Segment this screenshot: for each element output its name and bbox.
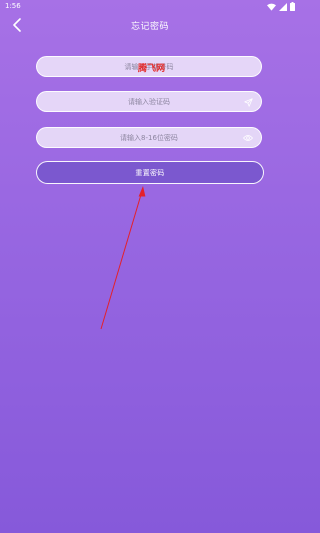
eye-icon — [243, 135, 253, 141]
status-icons — [267, 2, 295, 11]
send-icon — [243, 97, 253, 107]
send-code-button[interactable] — [243, 97, 253, 107]
annotation-arrow — [100, 186, 146, 330]
verification-code-field — [36, 91, 262, 112]
header: 忘记密码 — [0, 14, 300, 36]
verification-code-input[interactable] — [37, 92, 261, 111]
password-visibility-toggle[interactable] — [243, 133, 253, 143]
status-bar: 1:56 — [0, 0, 300, 14]
battery-icon — [290, 2, 295, 11]
reset-password-button[interactable]: 重置密码 — [36, 161, 264, 184]
watermark: 腾飞网 — [138, 64, 166, 74]
signal-icon — [279, 2, 287, 11]
page-title: 忘记密码 — [130, 22, 169, 32]
password-input[interactable] — [37, 128, 261, 147]
status-time: 1:56 — [5, 2, 21, 10]
password-field — [36, 127, 262, 148]
wifi-icon — [267, 3, 276, 11]
